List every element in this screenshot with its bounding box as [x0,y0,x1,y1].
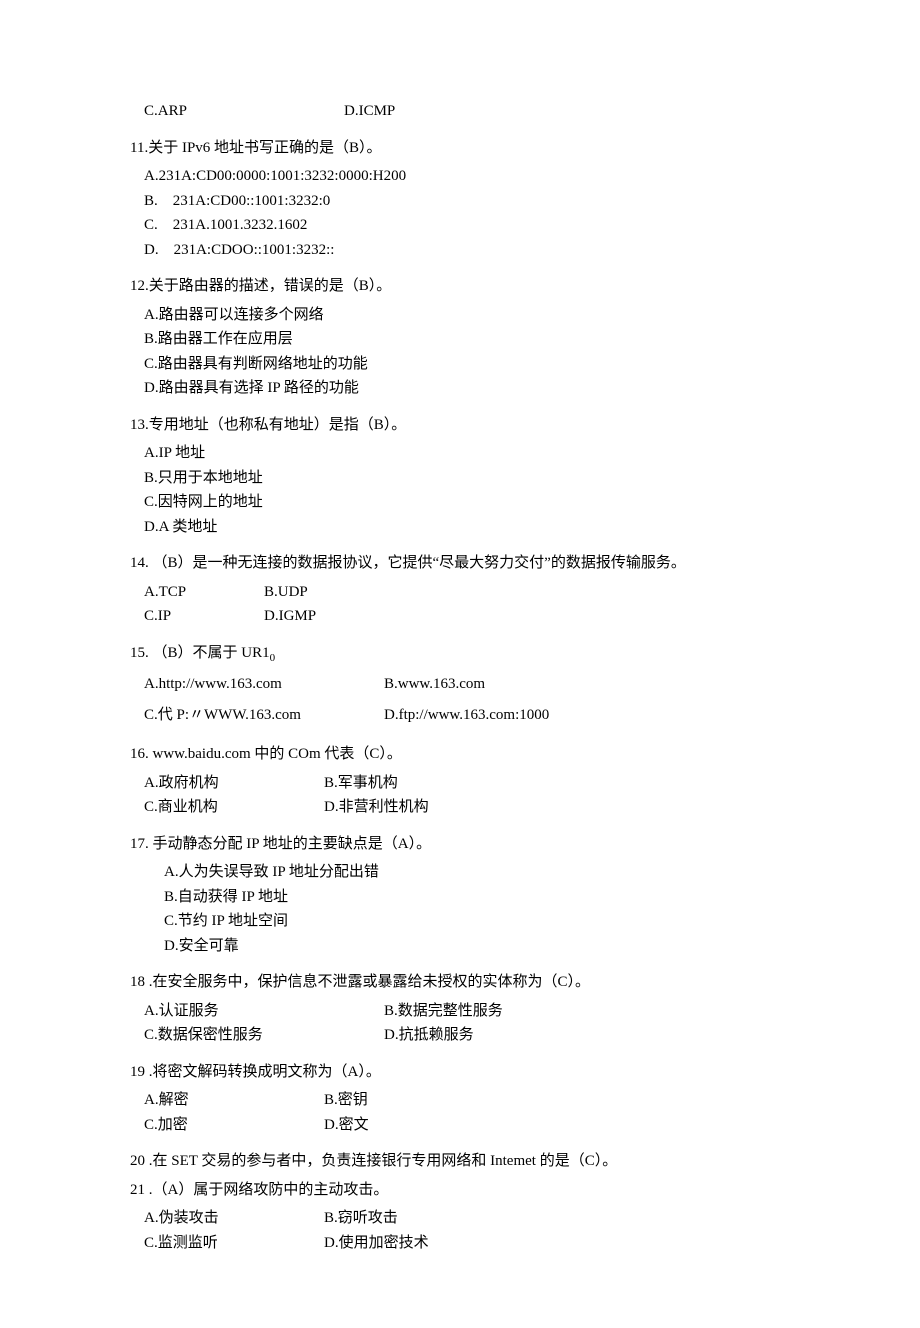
q18-opt-d: D.抗抵赖服务 [384,1024,474,1047]
q15-opt-a: A.http://www.163.com [144,670,384,699]
q11-stem: 11.关于 IPv6 地址书写正确的是（B）。 [130,137,795,160]
q14-opt-a: A.TCP [144,581,264,604]
q11-opt-a: A.231A:CD00:0000:1001:3232:0000:H200 [144,165,795,188]
q14-opt-d: D.IGMP [264,605,316,628]
q18-opt-c: C.数据保密性服务 [144,1024,384,1047]
q15-opt-d: D.ftp://www.163.com:1000 [384,701,549,730]
q21-opt-d: D.使用加密技术 [324,1232,429,1255]
q10-opt-d: D.ICMP [344,100,395,123]
q12-opt-a: A.路由器可以连接多个网络 [144,304,795,327]
q17-opt-d: D.安全可靠 [164,935,795,958]
q11: 11.关于 IPv6 地址书写正确的是（B）。 A.231A:CD00:0000… [130,137,795,262]
q19-stem: 19 .将密文解码转换成明文称为（A）。 [130,1061,795,1084]
q21-stem: 21 .（A）属于网络攻防中的主动攻击。 [130,1179,795,1202]
q20-stem: 20 .在 SET 交易的参与者中，负责连接银行专用网络和 Intemet 的是… [130,1150,795,1173]
q12-stem: 12.关于路由器的描述，错误的是（B）。 [130,275,795,298]
q19: 19 .将密文解码转换成明文称为（A）。 A.解密 B.密钥 C.加密 D.密文 [130,1061,795,1137]
q13-opt-c: C.因特网上的地址 [144,491,795,514]
q15-opt-b: B.www.163.com [384,670,485,699]
q17-opt-b: B.自动获得 IP 地址 [164,886,795,909]
q18-opt-b: B.数据完整性服务 [384,1000,503,1023]
q18-stem: 18 .在安全服务中，保护信息不泄露或暴露给未授权的实体称为（C）。 [130,971,795,994]
q12-opt-b: B.路由器工作在应用层 [144,328,795,351]
q12: 12.关于路由器的描述，错误的是（B）。 A.路由器可以连接多个网络 B.路由器… [130,275,795,400]
q11-opt-c: C. 231A.1001.3232.1602 [144,214,795,237]
q20: 20 .在 SET 交易的参与者中，负责连接银行专用网络和 Intemet 的是… [130,1150,795,1173]
q15-stem: 15. （B）不属于 UR10 [130,642,795,665]
q19-opt-b: B.密钥 [324,1089,368,1112]
q12-opt-c: C.路由器具有判断网络地址的功能 [144,353,795,376]
q17-opt-c: C.节约 IP 地址空间 [164,910,795,933]
q16: 16. www.baidu.com 中的 COm 代表（C）。 A.政府机构 B… [130,743,795,819]
q16-stem: 16. www.baidu.com 中的 COm 代表（C）。 [130,743,795,766]
q21-opt-b: B.窃听攻击 [324,1207,398,1230]
q13-opt-d: D.A 类地址 [144,516,795,539]
q13-opt-a: A.IP 地址 [144,442,795,465]
q21-opt-c: C.监测监听 [144,1232,324,1255]
q16-opt-d: D.非营利性机构 [324,796,429,819]
q11-opt-b: B. 231A:CD00::1001:3232:0 [144,190,795,213]
q10-tail-options: C.ARP D.ICMP [130,100,795,123]
q15: 15. （B）不属于 UR10 A.http://www.163.com B.w… [130,642,795,730]
q19-opt-d: D.密文 [324,1114,369,1137]
q19-opt-c: C.加密 [144,1114,324,1137]
q16-opt-b: B.军事机构 [324,772,398,795]
q13-opt-b: B.只用于本地地址 [144,467,795,490]
q19-opt-a: A.解密 [144,1089,324,1112]
q16-opt-a: A.政府机构 [144,772,324,795]
q21: 21 .（A）属于网络攻防中的主动攻击。 A.伪装攻击 B.窃听攻击 C.监测监… [130,1179,795,1255]
q15-opt-c: C.代 P:〃WWW.163.com [144,701,384,730]
q13: 13.专用地址（也称私有地址）是指（B）。 A.IP 地址 B.只用于本地地址 … [130,414,795,539]
q14-stem: 14. （B）是一种无连接的数据报协议，它提供“尽最大努力交付”的数据报传输服务… [130,552,795,575]
q10-opt-c: C.ARP [144,100,344,123]
q13-stem: 13.专用地址（也称私有地址）是指（B）。 [130,414,795,437]
q15-stem-pre: 15. （B）不属于 UR1 [130,645,270,661]
q17-opt-a: A.人为失误导致 IP 地址分配出错 [164,861,795,884]
q18: 18 .在安全服务中，保护信息不泄露或暴露给未授权的实体称为（C）。 A.认证服… [130,971,795,1047]
q18-opt-a: A.认证服务 [144,1000,384,1023]
q17-stem: 17. 手动静态分配 IP 地址的主要缺点是（A）。 [130,833,795,856]
q12-opt-d: D.路由器具有选择 IP 路径的功能 [144,377,795,400]
q14-opt-b: B.UDP [264,581,308,604]
q14: 14. （B）是一种无连接的数据报协议，它提供“尽最大努力交付”的数据报传输服务… [130,552,795,628]
q21-opt-a: A.伪装攻击 [144,1207,324,1230]
q14-opt-c: C.IP [144,605,264,628]
q11-opt-d: D. 231A:CDOO::1001:3232:: [144,239,795,262]
q17: 17. 手动静态分配 IP 地址的主要缺点是（A）。 A.人为失误导致 IP 地… [130,833,795,958]
q16-opt-c: C.商业机构 [144,796,324,819]
